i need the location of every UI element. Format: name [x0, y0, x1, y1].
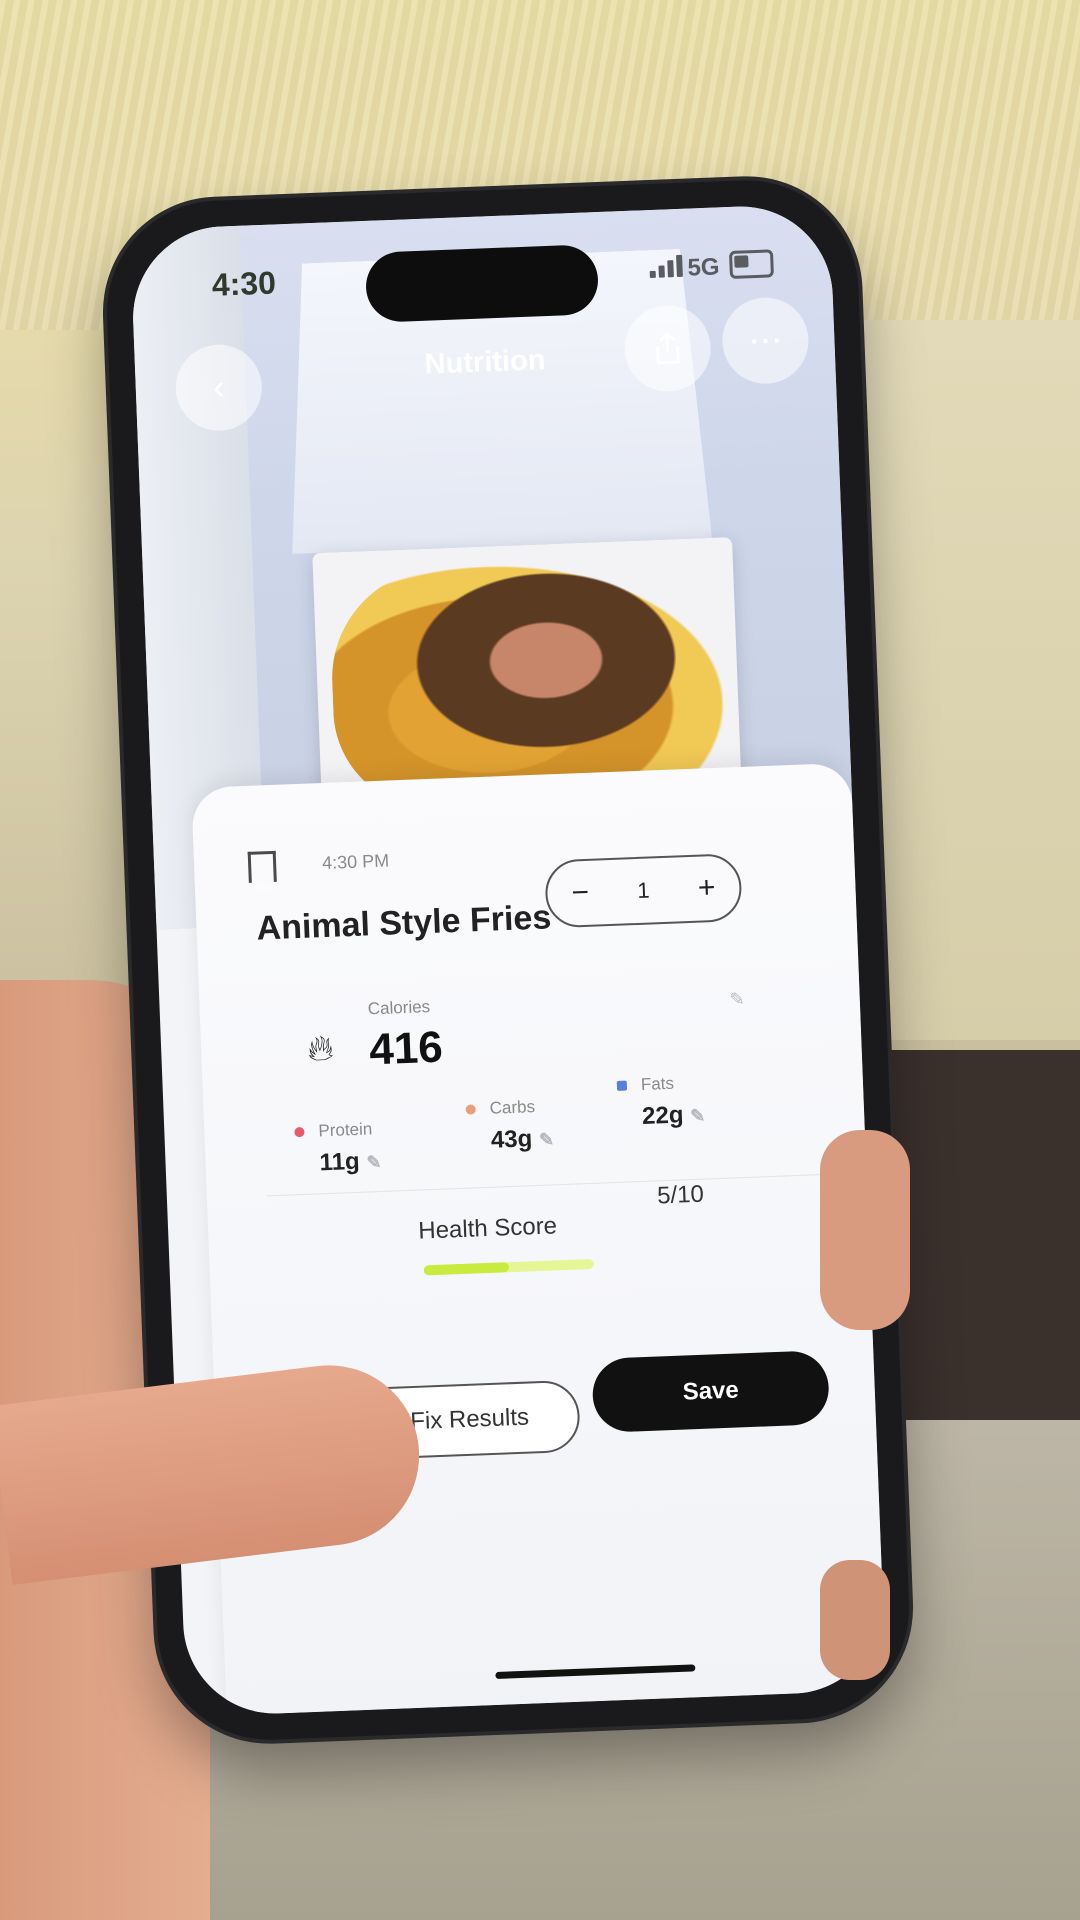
save-button[interactable]: Save	[591, 1350, 831, 1434]
health-score-fill	[423, 1262, 509, 1276]
macro-value[interactable]: 11g ✎	[319, 1147, 382, 1177]
macro-label: Carbs	[489, 1097, 536, 1118]
macro-label: Fats	[640, 1073, 675, 1094]
health-score-bar	[423, 1258, 594, 1276]
bookmark-icon[interactable]	[247, 850, 277, 883]
hand-finger	[820, 1130, 910, 1330]
calories-value: 416	[368, 1022, 444, 1075]
network-label: 5G	[687, 253, 721, 282]
increment-button[interactable]: +	[697, 871, 716, 906]
nutrition-card: 4:30 PM Animal Style Fries − 1 + 🔥︎ Calo…	[191, 762, 887, 1716]
pencil-icon[interactable]: ✎	[729, 989, 745, 1011]
macro-value[interactable]: 22g ✎	[642, 1101, 706, 1131]
quantity-value: 1	[636, 877, 651, 903]
status-time: 4:30	[211, 264, 277, 303]
entry-timestamp: 4:30 PM	[321, 850, 390, 874]
decrement-button[interactable]: −	[571, 876, 590, 911]
macro-label: Protein	[318, 1119, 373, 1141]
health-score-value: 5/10	[656, 1180, 705, 1210]
battery-icon	[728, 249, 774, 279]
home-indicator	[495, 1664, 696, 1680]
signal-icon	[649, 254, 684, 279]
health-score-label: Health Score	[417, 1212, 558, 1245]
protein-dot	[294, 1126, 305, 1138]
macro-fats: Fats 22g ✎	[616, 1073, 706, 1132]
divider	[266, 1173, 827, 1197]
more-icon: ⋯	[747, 321, 784, 361]
quantity-stepper: − 1 +	[544, 853, 743, 929]
flame-icon: 🔥︎	[306, 1026, 335, 1069]
hand-finger	[820, 1560, 890, 1680]
food-name: Animal Style Fries	[255, 898, 552, 948]
macro-value[interactable]: 43g ✎	[490, 1124, 554, 1154]
macro-carbs: Carbs 43g ✎	[465, 1096, 554, 1155]
fats-dot	[616, 1080, 628, 1091]
calories-label: Calories	[367, 997, 431, 1019]
carbs-dot	[465, 1104, 476, 1115]
macro-protein: Protein 11g ✎	[294, 1119, 382, 1178]
share-icon	[656, 331, 680, 365]
dynamic-island	[364, 244, 600, 323]
fix-results-label: Fix Results	[409, 1403, 530, 1436]
